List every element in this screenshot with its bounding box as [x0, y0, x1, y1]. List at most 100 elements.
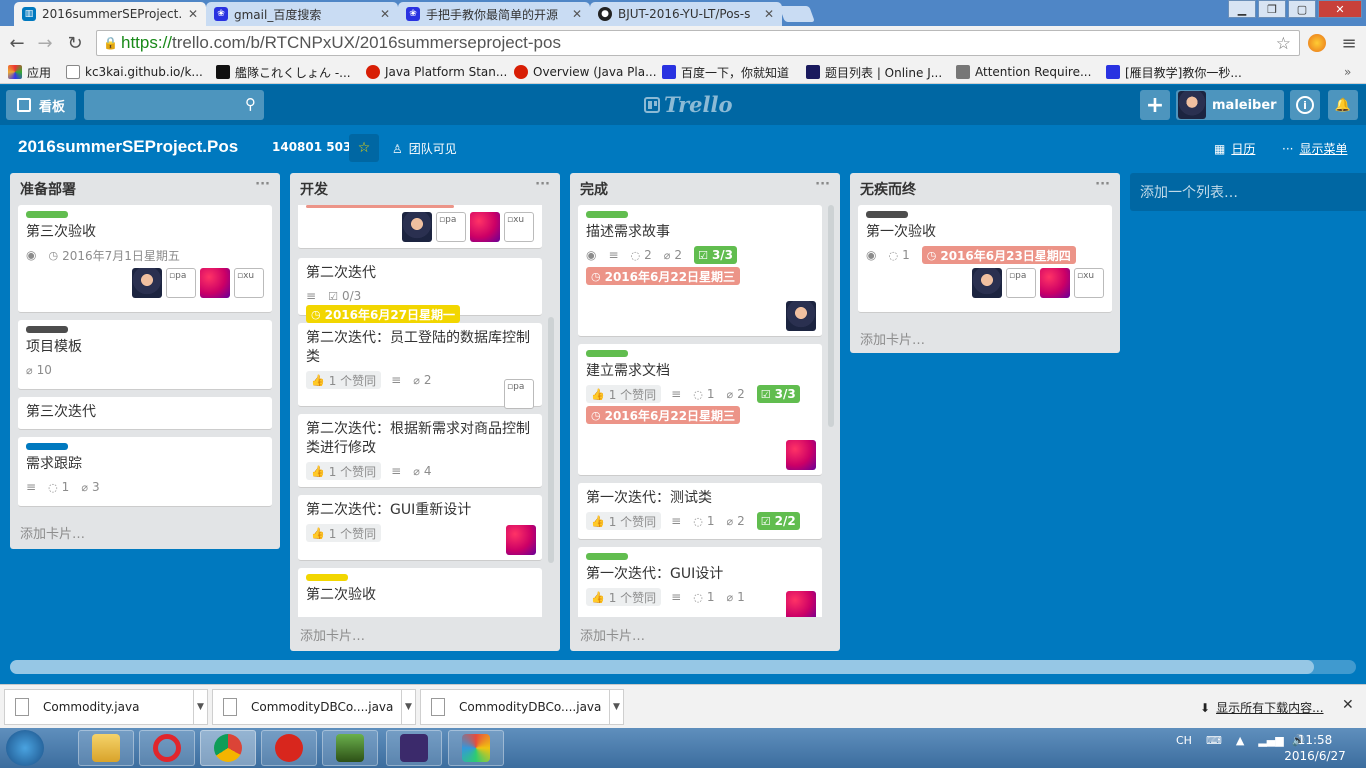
avatar[interactable]	[470, 212, 500, 242]
search-input[interactable]: ⚲	[84, 90, 264, 120]
add-button[interactable]: +	[1140, 90, 1170, 120]
reload-icon[interactable]: ↻	[64, 32, 86, 54]
taskbar-app[interactable]	[322, 730, 378, 766]
bookmark-apps[interactable]: 应用	[8, 63, 51, 81]
add-card-button[interactable]: 添加卡片…	[860, 329, 925, 348]
card-second-iteration[interactable]: 第二次迭代 ≡ ☑ 0/3 ◷ 2016年6月27日星期一	[298, 258, 542, 323]
download-item[interactable]: CommodityDBCo....java ▼	[212, 689, 416, 725]
chevron-down-icon[interactable]: ▼	[609, 690, 623, 724]
browser-tab-gmail-search[interactable]: ❀ gmail_百度搜索 ✕	[206, 2, 398, 26]
taskbar-opera[interactable]	[139, 730, 195, 766]
user-menu-button[interactable]: maleiber	[1176, 90, 1284, 120]
taskbar-clock[interactable]: 11:58 2016/6/27	[1280, 732, 1350, 764]
bookmark-kc3kai[interactable]: kc3kai.github.io/k...	[66, 63, 203, 81]
bookmark-star-icon[interactable]: ☆	[1276, 34, 1291, 54]
close-icon[interactable]: ✕	[764, 7, 774, 21]
board-team-name[interactable]: 140801 503	[272, 140, 351, 154]
new-tab-button[interactable]	[779, 6, 815, 22]
chevron-down-icon[interactable]: ▼	[401, 690, 415, 724]
card-project-template[interactable]: 项目模板 ⌀ 10	[18, 320, 272, 390]
download-item[interactable]: Commodity.java ▼	[4, 689, 208, 725]
bookmark-tutorial[interactable]: [雁目教学]教你一秒...	[1106, 63, 1242, 81]
restore-button[interactable]: ❐	[1258, 0, 1286, 18]
list-title[interactable]: 准备部署	[10, 173, 280, 203]
forward-icon[interactable]: →	[34, 32, 56, 54]
download-item[interactable]: CommodityDBCo....java ▼	[420, 689, 624, 725]
card-employee-login-db[interactable]: 第二次迭代：员工登陆的数据库控制类 👍 1 个赞同 ≡ ⌀ 2 ▫pa	[298, 323, 542, 409]
card-third-acceptance[interactable]: 第三次验收 ◉ ◷ 2016年7月1日星期五 ▫pa ▫xu	[18, 205, 272, 313]
taskbar-explorer[interactable]	[78, 730, 134, 766]
calendar-button[interactable]: ▦ 日历	[1214, 140, 1255, 157]
avatar-broken-image[interactable]: ▫xu	[504, 212, 534, 242]
start-button[interactable]	[6, 730, 44, 766]
bookmark-java-platform[interactable]: Java Platform Stan...	[366, 63, 507, 81]
browser-tab-github[interactable]: ● BJUT-2016-YU-LT/Pos-s ✕	[590, 2, 782, 26]
card-gui-redesign[interactable]: 第二次迭代：GUI重新设计 👍 1 个赞同	[298, 495, 542, 561]
close-icon[interactable]: ✕	[572, 7, 582, 21]
close-icon[interactable]: ✕	[1342, 697, 1354, 713]
close-icon[interactable]: ✕	[380, 7, 390, 21]
bookmark-attention[interactable]: Attention Require...	[956, 63, 1091, 81]
avatar[interactable]	[132, 268, 162, 298]
list-menu-icon[interactable]: ···	[815, 177, 830, 192]
bookmark-baidu[interactable]: 百度一下，你就知道	[662, 63, 789, 81]
card-test-classes[interactable]: 第一次迭代：测试类 👍 1 个赞同 ≡ ◌ 1 ⌀ 2 ☑ 2/2	[578, 483, 822, 540]
browser-tab-trello[interactable]: ▥ 2016summerSEProject.P ✕	[14, 2, 206, 26]
show-menu-button[interactable]: ··· 显示菜单	[1282, 140, 1347, 157]
ime-indicator[interactable]: CH	[1176, 734, 1192, 747]
star-icon[interactable]: ☆	[349, 134, 379, 162]
avatar[interactable]	[786, 440, 816, 470]
browser-tab-tutorial[interactable]: ❀ 手把手教你最简单的开源 ✕	[398, 2, 590, 26]
minimize-button[interactable]: ▁	[1228, 0, 1256, 18]
avatar-broken-image[interactable]: ▫xu	[1074, 268, 1104, 298]
avatar-broken-image[interactable]: ▫pa	[166, 268, 196, 298]
trello-logo[interactable]: Trello	[644, 92, 733, 117]
bookmark-kancolle[interactable]: 艦隊これくしょん -...	[216, 63, 351, 81]
avatar[interactable]	[786, 301, 816, 331]
avatar[interactable]	[786, 591, 816, 617]
close-icon[interactable]: ✕	[188, 7, 198, 21]
taskbar-chrome[interactable]	[200, 730, 256, 766]
card-second-acceptance[interactable]: 第二次验收	[298, 568, 542, 617]
list-scrollbar[interactable]	[828, 205, 834, 427]
notifications-button[interactable]: 🔔	[1328, 90, 1358, 120]
avatar-broken-image[interactable]: ▫pa	[1006, 268, 1036, 298]
add-list-button[interactable]: 添加一个列表…	[1130, 173, 1366, 211]
list-abandoned[interactable]: 无疾而终 ··· 第一次验收 ◉ ◌ 1 ◷ 2016年6月23日星期四 ▫pa ▫…	[850, 173, 1120, 353]
list-title[interactable]: 完成	[570, 173, 840, 203]
avatar[interactable]	[200, 268, 230, 298]
window-close-button[interactable]: ✕	[1318, 0, 1362, 18]
card-requirements-doc[interactable]: 建立需求文档 👍 1 个赞同 ≡ ◌ 1 ⌀ 2 ☑ 3/3 ◷ 2016年6月22日星期…	[578, 344, 822, 476]
card-third-iteration[interactable]: 第三次迭代	[18, 397, 272, 430]
list-menu-icon[interactable]: ···	[255, 177, 270, 192]
list-scrollbar[interactable]	[548, 317, 554, 563]
board-horizontal-scrollbar[interactable]	[10, 660, 1356, 674]
taskbar-netease-music[interactable]	[261, 730, 317, 766]
tray-expand-icon[interactable]: ▲	[1236, 734, 1244, 747]
address-bar[interactable]: 🔒 https://trello.com/b/RTCNPxUX/2016summ…	[96, 30, 1300, 56]
card-gui-design[interactable]: 第一次迭代：GUI设计 👍 1 个赞同 ≡ ◌ 1 ⌀ 1	[578, 547, 822, 617]
card-requirements-tracking[interactable]: 需求跟踪 ≡ ◌ 1 ⌀ 3	[18, 437, 272, 507]
list-done[interactable]: 完成 ··· 描述需求故事 ◉ ≡ ◌ 2 ⌀ 2 ☑ 3/3 ◷ 2016年6月22日…	[570, 173, 840, 651]
avatar-broken-image[interactable]: ▫pa	[504, 379, 534, 409]
info-button[interactable]: i	[1290, 90, 1320, 120]
avatar-broken-image[interactable]: ▫xu	[234, 268, 264, 298]
list-title[interactable]: 开发	[290, 173, 560, 203]
avatar[interactable]	[972, 268, 1002, 298]
bookmarks-overflow-icon[interactable]: »	[1344, 63, 1351, 81]
scrollbar-thumb[interactable]	[10, 660, 1314, 674]
chrome-menu-icon[interactable]: ≡	[1338, 32, 1360, 54]
keyboard-icon[interactable]: ⌨	[1206, 734, 1222, 747]
avatar[interactable]	[506, 525, 536, 555]
taskbar-eclipse-javaee[interactable]	[386, 730, 442, 766]
card-product-control-update[interactable]: 第二次迭代：根据新需求对商品控制类进行修改 👍 1 个赞同 ≡ ⌀ 4	[298, 414, 542, 488]
add-card-button[interactable]: 添加卡片…	[20, 523, 85, 542]
add-card-button[interactable]: 添加卡片…	[300, 625, 365, 644]
list-menu-icon[interactable]: ···	[1095, 177, 1110, 192]
taskbar-app[interactable]	[448, 730, 504, 766]
list-menu-icon[interactable]: ···	[535, 177, 550, 192]
bookmark-java-overview[interactable]: Overview (Java Pla...	[514, 63, 657, 81]
boards-button[interactable]: 看板	[6, 90, 76, 120]
avatar[interactable]	[1040, 268, 1070, 298]
visibility-button[interactable]: ♙ 团队可见	[392, 140, 457, 157]
